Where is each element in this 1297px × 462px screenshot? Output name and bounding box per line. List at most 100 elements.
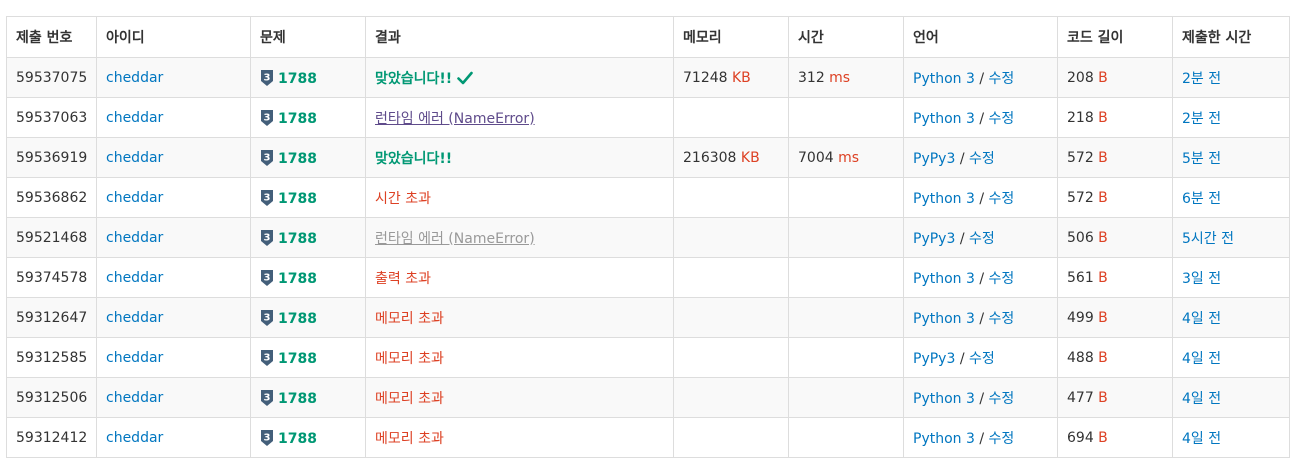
edit-link[interactable]: 수정 [989,391,1015,407]
submitted-time-link[interactable]: 5시간 전 [1182,231,1234,247]
tier-badge-icon: 3 [261,69,273,86]
edit-link[interactable]: 수정 [989,71,1015,87]
user-link[interactable]: cheddar [106,190,163,206]
edit-link[interactable]: 수정 [989,311,1015,327]
submitted-time-link[interactable]: 4일 전 [1182,391,1221,407]
code-length-cell: 499 B [1057,297,1173,338]
user-link[interactable]: cheddar [106,230,163,246]
language-link[interactable]: PyPy3 [913,351,955,367]
result-text[interactable]: 맞았습니다!! [375,71,452,87]
user-link[interactable]: cheddar [106,350,163,366]
language-link[interactable]: Python 3 [913,271,975,287]
submitted-time-link[interactable]: 4일 전 [1182,351,1221,367]
submitted-time-link[interactable]: 4일 전 [1182,431,1221,447]
code-length-unit: B [1098,149,1108,166]
submitted-time-link[interactable]: 6분 전 [1182,191,1221,207]
submitted-time-link[interactable]: 2분 전 [1182,71,1221,87]
problem-link[interactable]: 1788 [278,271,317,287]
result-text[interactable]: 메모리 초과 [375,311,444,327]
result-text[interactable]: 맞았습니다!! [375,151,452,167]
svg-text:3: 3 [264,432,271,443]
user-link[interactable]: cheddar [106,110,163,126]
problem-link[interactable]: 1788 [278,431,317,447]
user-link[interactable]: cheddar [106,310,163,326]
user-link[interactable]: cheddar [106,430,163,446]
result-cell: 런타임 에러 (NameError) [365,97,674,138]
code-length-unit: B [1098,229,1108,246]
edit-link[interactable]: 수정 [989,191,1015,207]
header-language: 언어 [903,16,1058,58]
language-link[interactable]: Python 3 [913,191,975,207]
result-cell: 메모리 초과 [365,337,674,378]
table-row: 59312585 cheddar 3 1788 메모리 초과 PyPy3 / 수… [6,337,1290,378]
result-text[interactable]: 런타임 에러 (NameError) [375,111,535,127]
tier-badge-icon: 3 [261,149,273,166]
submitted-time-link[interactable]: 5분 전 [1182,151,1221,167]
problem-link[interactable]: 1788 [278,231,317,247]
tier-badge-icon: 3 [261,429,273,446]
header-submitted-time: 제출한 시간 [1172,16,1290,58]
code-length-value: 572 [1067,149,1099,166]
edit-link[interactable]: 수정 [989,271,1015,287]
result-cell: 메모리 초과 [365,377,674,418]
table-row: 59537063 cheddar 3 1788 런타임 에러 (NameErro… [6,97,1290,138]
language-cell: Python 3 / 수정 [903,297,1058,338]
submitted-time-link[interactable]: 4일 전 [1182,311,1221,327]
memory-value: 216308 [683,149,741,166]
edit-link[interactable]: 수정 [989,431,1015,447]
language-link[interactable]: PyPy3 [913,151,955,167]
time-cell [788,217,904,258]
user-link[interactable]: cheddar [106,70,163,86]
language-link[interactable]: PyPy3 [913,231,955,247]
code-length-value: 499 [1067,309,1099,326]
svg-text:3: 3 [264,112,271,123]
submitted-time-cell: 4일 전 [1172,337,1290,378]
user-id-cell: cheddar [96,337,251,378]
tier-badge-icon: 3 [261,229,273,246]
language-link[interactable]: Python 3 [913,391,975,407]
submission-id: 59537075 [6,57,97,98]
user-link[interactable]: cheddar [106,270,163,286]
edit-link[interactable]: 수정 [969,351,995,367]
header-row: 제출 번호 아이디 문제 결과 메모리 시간 언어 코드 길이 제출한 시간 [6,16,1290,58]
table-body: 59537075 cheddar 3 1788 맞았습니다!! 71248 KB… [6,57,1290,458]
submitted-time-link[interactable]: 2분 전 [1182,111,1221,127]
language-link[interactable]: Python 3 [913,71,975,87]
problem-link[interactable]: 1788 [278,151,317,167]
problem-link[interactable]: 1788 [278,191,317,207]
problem-link[interactable]: 1788 [278,351,317,367]
edit-link[interactable]: 수정 [969,231,995,247]
user-link[interactable]: cheddar [106,390,163,406]
problem-link[interactable]: 1788 [278,391,317,407]
submitted-time-cell: 6분 전 [1172,177,1290,218]
problem-link[interactable]: 1788 [278,111,317,127]
result-text[interactable]: 메모리 초과 [375,351,444,367]
submitted-time-link[interactable]: 3일 전 [1182,271,1221,287]
code-length-cell: 488 B [1057,337,1173,378]
language-cell: PyPy3 / 수정 [903,137,1058,178]
code-length-value: 506 [1067,229,1099,246]
code-length-value: 477 [1067,389,1099,406]
user-id-cell: cheddar [96,137,251,178]
problem-link[interactable]: 1788 [278,71,317,87]
language-link[interactable]: Python 3 [913,311,975,327]
user-link[interactable]: cheddar [106,150,163,166]
edit-link[interactable]: 수정 [969,151,995,167]
submitted-time-cell: 3일 전 [1172,257,1290,298]
result-text[interactable]: 출력 초과 [375,271,431,287]
result-text[interactable]: 시간 초과 [375,191,431,207]
submission-id: 59521468 [6,217,97,258]
result-text[interactable]: 메모리 초과 [375,431,444,447]
user-id-cell: cheddar [96,417,251,458]
user-id-cell: cheddar [96,177,251,218]
result-text[interactable]: 메모리 초과 [375,391,444,407]
problem-link[interactable]: 1788 [278,311,317,327]
edit-link[interactable]: 수정 [989,111,1015,127]
result-text[interactable]: 런타임 에러 (NameError) [375,231,535,247]
memory-cell [673,97,789,138]
language-link[interactable]: Python 3 [913,431,975,447]
submission-id: 59312585 [6,337,97,378]
submitted-time-cell: 5시간 전 [1172,217,1290,258]
result-cell: 메모리 초과 [365,297,674,338]
language-link[interactable]: Python 3 [913,111,975,127]
